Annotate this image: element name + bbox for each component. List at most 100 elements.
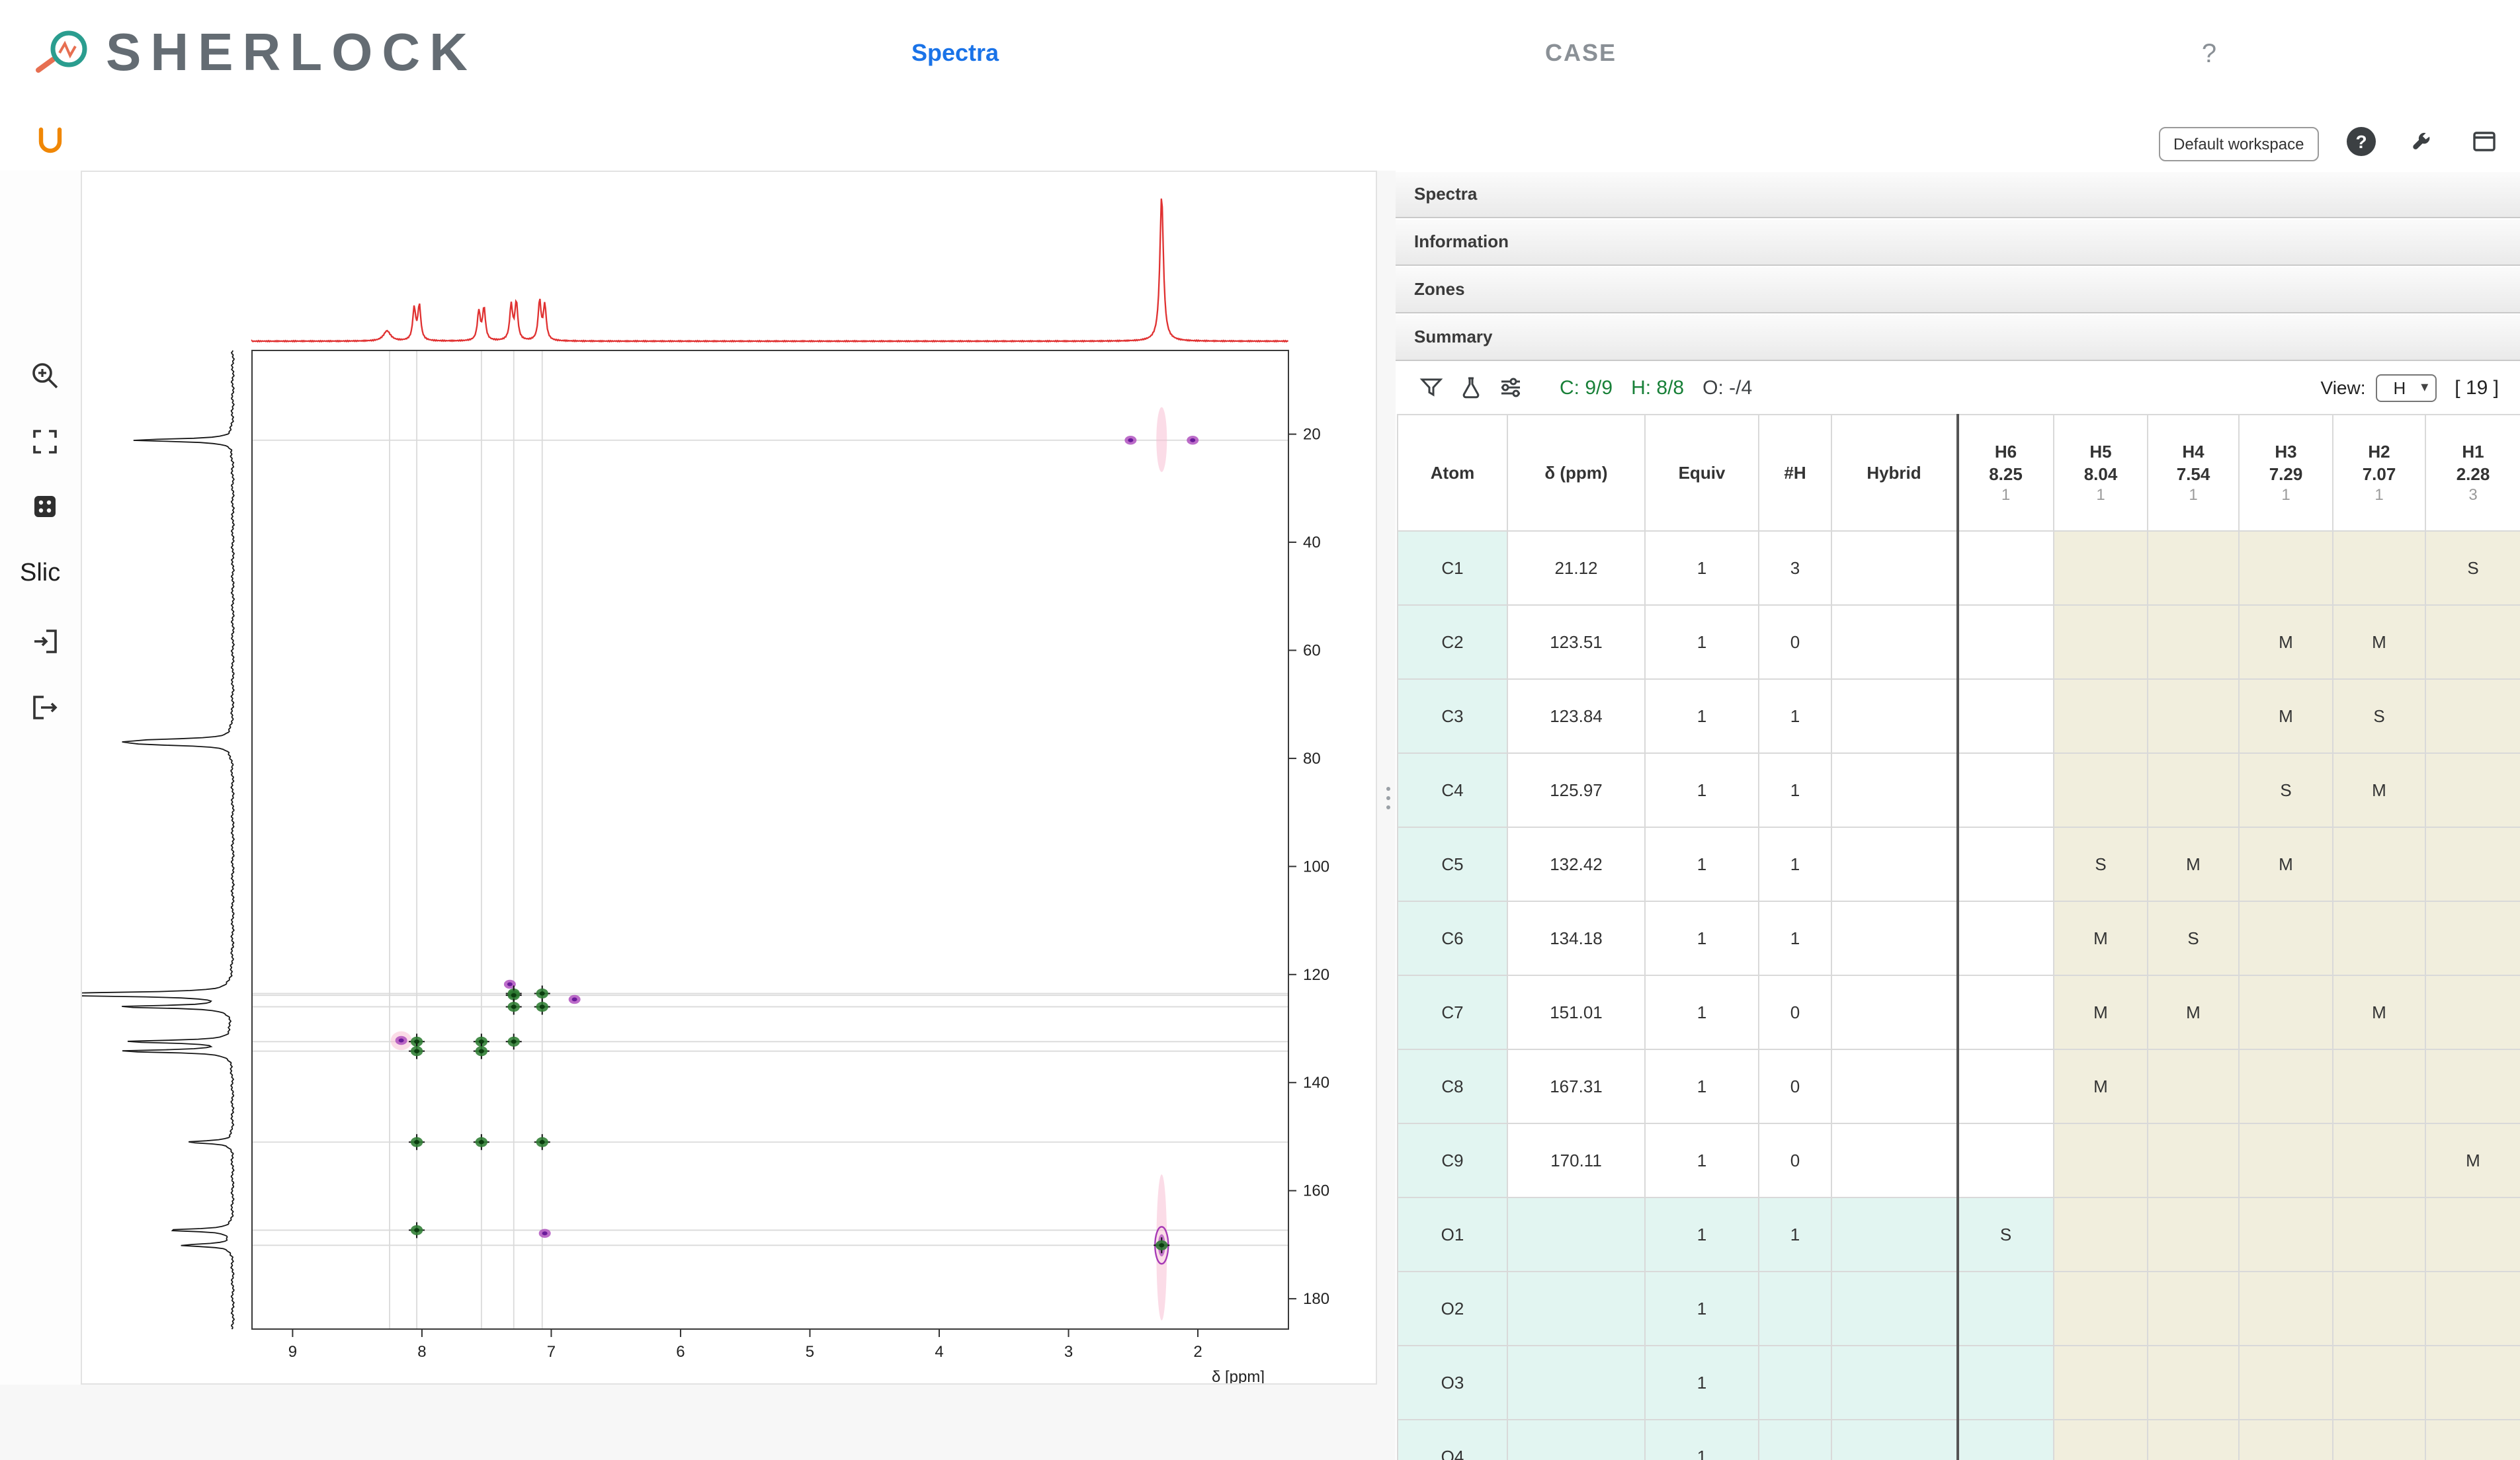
import-icon[interactable] — [30, 627, 60, 656]
settings-sliders-icon[interactable] — [1499, 376, 1523, 399]
tab-help[interactable]: ? — [2202, 40, 2216, 70]
correlation-cell[interactable]: M — [2054, 1049, 2148, 1123]
correlation-cell[interactable] — [2148, 1272, 2239, 1346]
h-count-cell[interactable] — [1759, 1420, 1831, 1460]
correlation-cell[interactable]: M — [2333, 753, 2425, 827]
window-layout-icon[interactable] — [2471, 128, 2498, 155]
correlation-cell[interactable] — [2425, 1346, 2520, 1420]
correlation-cell[interactable]: M — [2054, 901, 2148, 975]
correlation-cell[interactable]: M — [2054, 975, 2148, 1049]
correlation-cell[interactable] — [2239, 1049, 2333, 1123]
correlation-cell[interactable] — [2333, 901, 2425, 975]
hybrid-cell[interactable] — [1831, 1197, 1957, 1272]
hybrid-cell[interactable] — [1831, 1123, 1957, 1197]
correlation-cell[interactable] — [2054, 1123, 2148, 1197]
default-workspace-button[interactable]: Default workspace — [2159, 127, 2318, 161]
correlation-cell[interactable] — [2148, 605, 2239, 679]
correlation-cell[interactable] — [2425, 901, 2520, 975]
correlation-cell[interactable] — [2148, 1346, 2239, 1420]
correlation-cell[interactable] — [2425, 1420, 2520, 1460]
correlation-cell[interactable] — [2239, 1123, 2333, 1197]
correlation-cell[interactable] — [2239, 1346, 2333, 1420]
atom-cell[interactable]: C3 — [1398, 679, 1507, 753]
equiv-cell[interactable]: 1 — [1645, 753, 1759, 827]
h-count-cell[interactable]: 1 — [1759, 901, 1831, 975]
atom-row-c1[interactable]: C121.1213S — [1398, 531, 2520, 605]
correlation-cell[interactable]: M — [2239, 605, 2333, 679]
h-count-cell[interactable]: 0 — [1759, 1123, 1831, 1197]
hybrid-cell[interactable] — [1831, 1346, 1957, 1420]
correlation-cell[interactable] — [2054, 1197, 2148, 1272]
correlation-cell[interactable] — [2333, 531, 2425, 605]
help-icon[interactable]: ? — [2347, 127, 2376, 156]
equiv-cell[interactable]: 1 — [1645, 1346, 1759, 1420]
correlation-cell[interactable] — [2333, 1123, 2425, 1197]
atom-row-o3[interactable]: O31 — [1398, 1346, 2520, 1420]
section-header-summary[interactable]: Summary — [1396, 313, 2520, 361]
shift-cell[interactable]: 21.12 — [1507, 531, 1645, 605]
shift-cell[interactable]: 151.01 — [1507, 975, 1645, 1049]
correlation-cell[interactable]: M — [2333, 975, 2425, 1049]
hybrid-cell[interactable] — [1831, 1272, 1957, 1346]
correlation-cell[interactable] — [1957, 1049, 2054, 1123]
atom-cell[interactable]: C1 — [1398, 531, 1507, 605]
atom-cell[interactable]: C7 — [1398, 975, 1507, 1049]
correlation-cell[interactable] — [1957, 1346, 2054, 1420]
shift-cell[interactable]: 134.18 — [1507, 901, 1645, 975]
col-header-h1[interactable]: H12.283 — [2425, 415, 2520, 531]
equiv-cell[interactable]: 1 — [1645, 975, 1759, 1049]
shift-cell[interactable] — [1507, 1420, 1645, 1460]
h-count-cell[interactable]: 1 — [1759, 827, 1831, 901]
equiv-cell[interactable]: 1 — [1645, 605, 1759, 679]
equiv-cell[interactable]: 1 — [1645, 531, 1759, 605]
correlation-cell[interactable] — [2425, 975, 2520, 1049]
correlation-cell[interactable] — [1957, 975, 2054, 1049]
hybrid-cell[interactable] — [1831, 1049, 1957, 1123]
filter-icon[interactable] — [1419, 376, 1443, 399]
shift-cell[interactable]: 125.97 — [1507, 753, 1645, 827]
h-count-cell[interactable]: 0 — [1759, 605, 1831, 679]
atom-row-c8[interactable]: C8167.3110M — [1398, 1049, 2520, 1123]
correlation-cell[interactable] — [2425, 1272, 2520, 1346]
correlation-cell[interactable]: M — [2148, 975, 2239, 1049]
correlation-cell[interactable] — [2333, 1197, 2425, 1272]
shift-cell[interactable]: 123.84 — [1507, 679, 1645, 753]
equiv-cell[interactable]: 1 — [1645, 1049, 1759, 1123]
correlation-cell[interactable] — [2425, 1049, 2520, 1123]
atom-cell[interactable]: C6 — [1398, 901, 1507, 975]
h-count-cell[interactable]: 1 — [1759, 753, 1831, 827]
correlation-cell[interactable] — [2148, 1123, 2239, 1197]
correlation-cell[interactable]: S — [1957, 1197, 2054, 1272]
atom-row-c7[interactable]: C7151.0110MMM — [1398, 975, 2520, 1049]
correlation-cell[interactable] — [2054, 1346, 2148, 1420]
shift-cell[interactable]: 132.42 — [1507, 827, 1645, 901]
atom-row-o4[interactable]: O41 — [1398, 1420, 2520, 1460]
correlation-cell[interactable]: S — [2054, 827, 2148, 901]
atom-cell[interactable]: C5 — [1398, 827, 1507, 901]
correlation-cell[interactable] — [2148, 1197, 2239, 1272]
atom-row-c6[interactable]: C6134.1811MS — [1398, 901, 2520, 975]
shift-cell[interactable] — [1507, 1197, 1645, 1272]
correlation-cell[interactable] — [2333, 1049, 2425, 1123]
shift-cell[interactable]: 167.31 — [1507, 1049, 1645, 1123]
correlation-cell[interactable] — [1957, 827, 2054, 901]
equiv-cell[interactable]: 1 — [1645, 1197, 1759, 1272]
atom-row-c9[interactable]: C9170.1110M — [1398, 1123, 2520, 1197]
hybrid-cell[interactable] — [1831, 679, 1957, 753]
equiv-cell[interactable]: 1 — [1645, 679, 1759, 753]
correlation-cell[interactable]: S — [2148, 901, 2239, 975]
correlation-cell[interactable] — [2239, 975, 2333, 1049]
correlation-cell[interactable] — [1957, 1272, 2054, 1346]
col-header-h2[interactable]: H27.071 — [2333, 415, 2425, 531]
correlation-cell[interactable] — [2425, 753, 2520, 827]
correlation-cell[interactable] — [2054, 531, 2148, 605]
correlation-cell[interactable]: M — [2148, 827, 2239, 901]
col-header-h4[interactable]: H47.541 — [2148, 415, 2239, 531]
hybrid-cell[interactable] — [1831, 827, 1957, 901]
correlation-cell[interactable] — [2148, 1049, 2239, 1123]
shift-cell[interactable] — [1507, 1272, 1645, 1346]
correlation-cell[interactable] — [2239, 1420, 2333, 1460]
zoom-in-icon[interactable] — [30, 361, 60, 390]
hybrid-cell[interactable] — [1831, 975, 1957, 1049]
correlation-cell[interactable] — [1957, 679, 2054, 753]
